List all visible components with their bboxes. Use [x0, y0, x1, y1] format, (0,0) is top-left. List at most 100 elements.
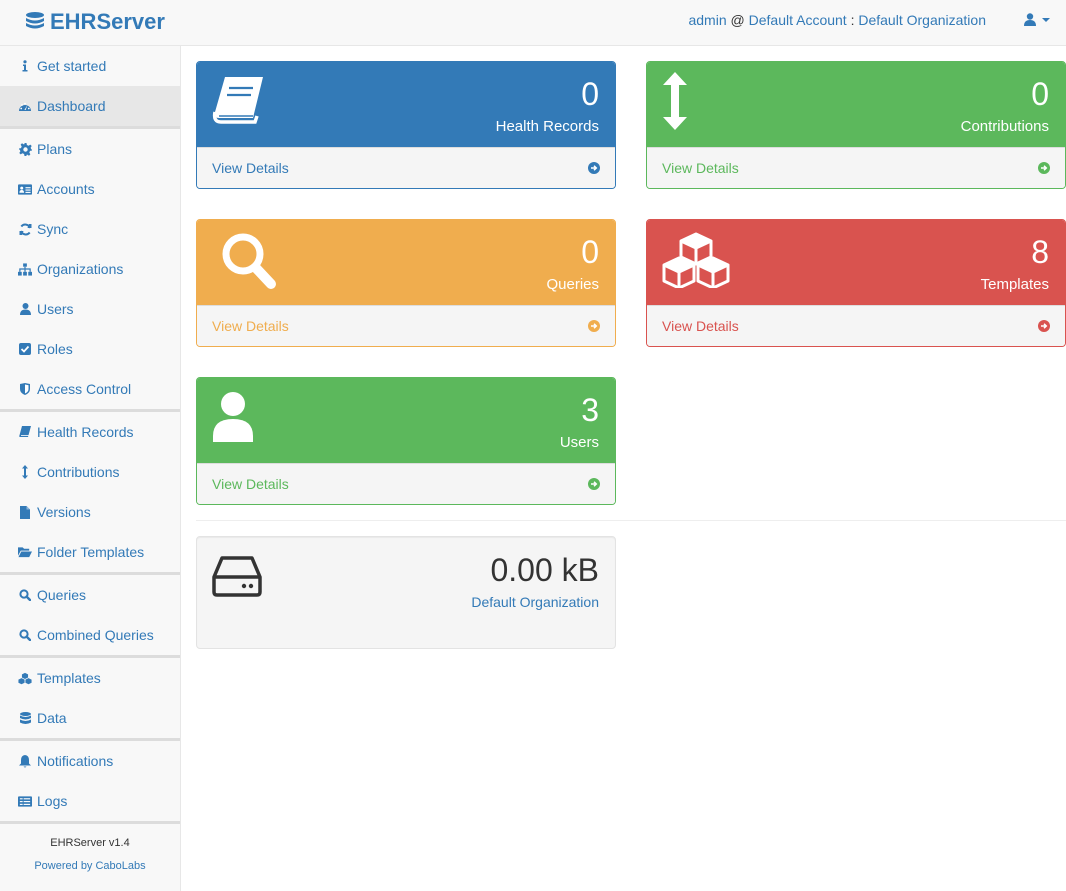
- contributions-panel: 0 Contributions View Details: [646, 61, 1066, 189]
- view-details-label: View Details: [212, 318, 289, 334]
- bell-icon: [18, 754, 32, 768]
- sidebar-item-label: Users: [37, 301, 74, 317]
- sidebar-item-label: Folder Templates: [37, 544, 145, 560]
- account-link[interactable]: Default Account: [749, 12, 847, 28]
- caret-down-icon: [1042, 17, 1050, 22]
- file-icon: [18, 505, 32, 519]
- sidebar-item-versions[interactable]: Versions: [0, 492, 180, 532]
- sidebar-item-logs[interactable]: Logs: [0, 781, 180, 821]
- sidebar-item-contributions[interactable]: Contributions: [0, 452, 180, 492]
- view-details-link[interactable]: View Details: [197, 463, 615, 504]
- arrow-circle-right-icon: [1038, 320, 1050, 332]
- panel-heading: 0 Contributions: [647, 62, 1065, 147]
- view-details-link[interactable]: View Details: [197, 147, 615, 188]
- arrow-circle-right-icon: [1038, 162, 1050, 174]
- sidebar-item-plans[interactable]: Plans: [0, 129, 180, 169]
- sidebar-item-folder-templates[interactable]: Folder Templates: [0, 532, 180, 572]
- brand-name: EHRServer: [50, 9, 165, 34]
- user-icon: [1024, 13, 1036, 26]
- sidebar: Get started Dashboard Plans Accounts Syn…: [0, 46, 181, 891]
- sidebar-item-notifications[interactable]: Notifications: [0, 741, 180, 781]
- powered-by-link[interactable]: Powered by CaboLabs: [0, 860, 180, 872]
- brand-logo[interactable]: EHRServer: [24, 9, 165, 35]
- storage-organization-link[interactable]: Default Organization: [471, 594, 599, 610]
- view-details-link[interactable]: View Details: [647, 147, 1065, 188]
- queries-panel: 0 Queries View Details: [196, 219, 616, 347]
- panel-heading: 0 Queries: [197, 220, 615, 305]
- at-separator: @: [730, 12, 745, 28]
- user-icon: [18, 302, 32, 316]
- search-icon: [18, 628, 32, 642]
- sidebar-item-templates[interactable]: Templates: [0, 658, 180, 698]
- contributions-label: Contributions: [960, 118, 1049, 135]
- search-icon: [221, 232, 277, 293]
- storage-usage-well: 0.00 kB Default Organization: [196, 536, 616, 649]
- sidebar-item-label: Logs: [37, 793, 68, 809]
- view-details-link[interactable]: View Details: [197, 305, 615, 346]
- view-details-label: View Details: [212, 160, 289, 176]
- view-details-link[interactable]: View Details: [647, 305, 1065, 346]
- users-label: Users: [559, 434, 599, 451]
- users-count: 3: [581, 392, 599, 428]
- refresh-icon: [18, 222, 32, 236]
- gear-icon: [18, 142, 32, 156]
- sidebar-item-access-control[interactable]: Access Control: [0, 369, 180, 409]
- health-records-count: 0: [581, 76, 599, 112]
- sidebar-item-data[interactable]: Data: [0, 698, 180, 738]
- book-icon: [211, 74, 265, 129]
- arrows-v-icon: [663, 72, 687, 133]
- cubes-icon: [18, 671, 32, 685]
- sidebar-item-label: Versions: [37, 504, 91, 520]
- health-records-label: Health Records: [495, 118, 599, 135]
- list-icon: [18, 794, 32, 808]
- sidebar-item-users[interactable]: Users: [0, 289, 180, 329]
- sidebar-item-sync[interactable]: Sync: [0, 209, 180, 249]
- database-icon: [18, 711, 32, 725]
- arrows-v-icon: [18, 465, 32, 479]
- sidebar-item-combined-queries[interactable]: Combined Queries: [0, 615, 180, 655]
- sidebar-item-label: Data: [37, 710, 67, 726]
- view-details-label: View Details: [212, 476, 289, 492]
- book-icon: [18, 425, 32, 439]
- organization-link[interactable]: Default Organization: [858, 12, 986, 28]
- sidebar-item-label: Access Control: [37, 381, 132, 397]
- queries-count: 0: [581, 234, 599, 270]
- sidebar-item-label: Organizations: [37, 261, 124, 277]
- sidebar-item-label: Health Records: [37, 424, 134, 440]
- templates-count: 8: [1031, 234, 1049, 270]
- check-square-icon: [18, 342, 32, 356]
- colon-separator: :: [850, 12, 855, 28]
- sidebar-item-label: Dashboard: [37, 98, 106, 114]
- sidebar-item-label: Get started: [37, 58, 107, 74]
- sitemap-icon: [18, 262, 32, 276]
- sidebar-item-health-records[interactable]: Health Records: [0, 412, 180, 452]
- arrow-circle-right-icon: [588, 320, 600, 332]
- sidebar-item-dashboard[interactable]: Dashboard: [0, 86, 180, 126]
- user-menu-toggle[interactable]: [1024, 13, 1052, 26]
- view-details-label: View Details: [662, 160, 739, 176]
- sidebar-item-label: Sync: [37, 221, 69, 237]
- sidebar-footer: EHRServer v1.4 Powered by CaboLabs: [0, 824, 180, 872]
- id-card-icon: [18, 182, 32, 196]
- search-icon: [18, 588, 32, 602]
- queries-label: Queries: [546, 276, 599, 293]
- arrow-circle-right-icon: [588, 162, 600, 174]
- username-link[interactable]: admin: [688, 12, 726, 28]
- sidebar-item-label: Notifications: [37, 753, 114, 769]
- arrow-circle-right-icon: [588, 478, 600, 490]
- sidebar-item-label: Accounts: [37, 181, 95, 197]
- top-navbar: EHRServer admin @ Default Account : Defa…: [0, 0, 1066, 46]
- view-details-label: View Details: [662, 318, 739, 334]
- sidebar-item-accounts[interactable]: Accounts: [0, 169, 180, 209]
- sidebar-item-roles[interactable]: Roles: [0, 329, 180, 369]
- version-label: EHRServer v1.4: [50, 837, 130, 849]
- user-icon: [213, 392, 253, 445]
- sidebar-item-label: Roles: [37, 341, 73, 357]
- sidebar-item-organizations[interactable]: Organizations: [0, 249, 180, 289]
- sidebar-item-queries[interactable]: Queries: [0, 575, 180, 615]
- sidebar-item-get-started[interactable]: Get started: [0, 46, 180, 86]
- storage-size: 0.00 kB: [490, 552, 599, 588]
- sidebar-item-label: Combined Queries: [37, 627, 154, 643]
- dashboard-icon: [18, 99, 32, 113]
- users-panel: 3 Users View Details: [196, 377, 616, 505]
